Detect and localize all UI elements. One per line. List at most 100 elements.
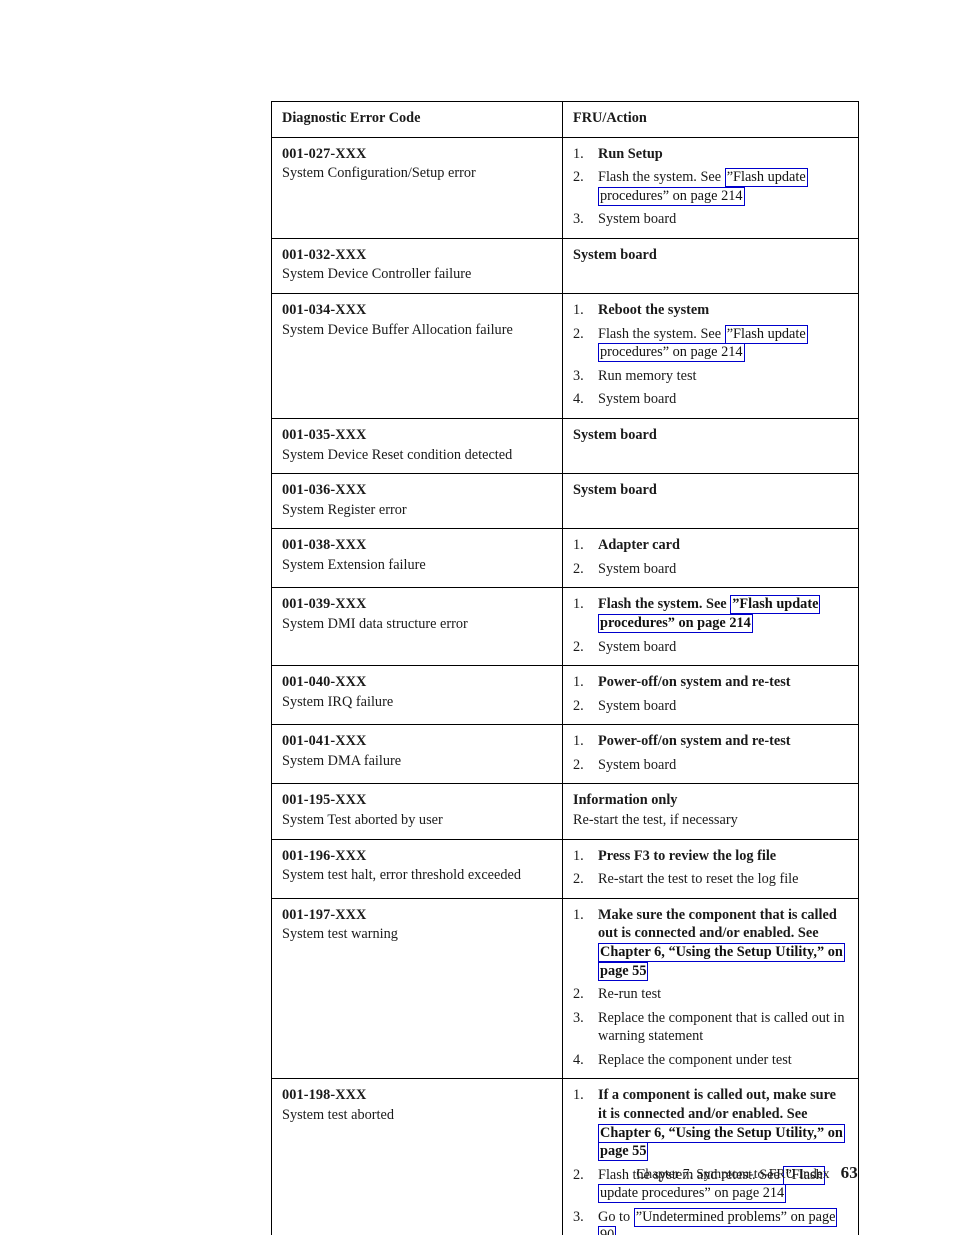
fru-action-cell: System board: [562, 237, 859, 295]
fru-action-cell: Press F3 to review the log file Re-start …: [562, 838, 859, 899]
fru-action-item: Re-start the test to reset the log file: [573, 870, 799, 888]
fru-action-item: Replace the component under test: [573, 1051, 792, 1069]
error-code-id: 001-196-XXX: [282, 847, 367, 864]
fru-action-item: Replace the component that is called out…: [573, 1009, 845, 1045]
fru-action-item: Make sure the component that is called o…: [573, 906, 845, 981]
error-code-cell: 001-038-XXX System Extension failure: [271, 528, 563, 589]
fru-action-list: Reboot the system Flash the system. See ”…: [573, 301, 848, 409]
fru-action-list: Flash the system. See ”Flash update proc…: [573, 595, 848, 656]
table-header: Diagnostic Error Code FRU/Action: [271, 101, 859, 138]
fru-action-cell: Adapter card System board: [562, 528, 859, 589]
error-code-id: 001-041-XXX: [282, 733, 367, 750]
fru-action-item: System board: [573, 210, 677, 228]
error-code-cell: 001-035-XXX System Device Reset condition…: [271, 417, 563, 475]
fru-action-item: Flash the system. See ”Flash update proc…: [573, 168, 808, 206]
fru-action-item: If a component is called out, make sure …: [573, 1086, 845, 1162]
fru-action-list: Power-off/on system and re-test System bo…: [573, 673, 848, 715]
error-code-description: System Register error: [282, 501, 407, 518]
error-code-cell: 001-032-XXX System Device Controller fail…: [271, 237, 563, 295]
error-code-cell: 001-039-XXX System DMI data structure err…: [271, 587, 563, 667]
fru-action-cell: Power-off/on system and re-test System bo…: [562, 665, 859, 726]
footer-page-number: 63: [840, 1163, 858, 1182]
fru-action-item: System board: [573, 560, 677, 578]
error-code-description: System Extension failure: [282, 556, 426, 573]
error-code-id: 001-027-XXX: [282, 145, 367, 162]
table-row: 001-195-XXX System Test aborted by user In…: [271, 783, 859, 840]
error-code-cell: 001-197-XXX System test warning: [271, 897, 563, 1080]
fru-action-item: Re-run test: [573, 985, 662, 1003]
error-code-id: 001-195-XXX: [282, 792, 367, 809]
error-code-id: 001-038-XXX: [282, 537, 367, 554]
error-code-cell: 001-041-XXX System DMA failure: [271, 724, 563, 785]
cross-reference-link[interactable]: Chapter 6, “Using the Setup Utility,” on…: [598, 1123, 845, 1162]
fru-action-item: System board: [573, 638, 677, 656]
footer-chapter-label: Chapter 7. Symptom-to-FRU Index: [636, 1166, 830, 1181]
fru-action-list: If a component is called out, make sure …: [573, 1086, 848, 1235]
error-code-id: 001-036-XXX: [282, 482, 367, 499]
fru-action-list: Adapter card System board: [573, 536, 848, 578]
cross-reference-link[interactable]: Chapter 6, “Using the Setup Utility,” on…: [598, 942, 845, 981]
error-code-description: System Device Controller failure: [282, 266, 472, 283]
cross-reference-link[interactable]: ”Undetermined problems” on page 90: [598, 1207, 838, 1235]
error-code-id: 001-197-XXX: [282, 906, 367, 923]
error-code-cell: 001-036-XXX System Register error: [271, 473, 563, 530]
cross-reference-link[interactable]: ”Flash update procedures” on page 214: [598, 168, 808, 206]
fru-action-primary: Information only: [573, 792, 678, 809]
error-code-description: System DMI data structure error: [282, 615, 468, 632]
error-code-id: 001-040-XXX: [282, 674, 367, 691]
table-row: 001-027-XXX System Configuration/Setup er…: [271, 136, 859, 239]
fru-action-item: Adapter card: [573, 536, 680, 554]
fru-action-item: System board: [573, 756, 677, 774]
fru-action-item: System board: [573, 390, 677, 408]
error-code-description: System Configuration/Setup error: [282, 165, 476, 182]
table-row: 001-196-XXX System test halt, error thres…: [271, 838, 859, 899]
table-row: 001-036-XXX System Register error System b…: [271, 473, 859, 530]
fru-action-item: Run memory test: [573, 367, 697, 385]
table-header-row: Diagnostic Error Code FRU/Action: [271, 101, 859, 138]
fru-action-cell: System board: [562, 417, 859, 475]
fru-action-item: Power-off/on system and re-test: [573, 732, 791, 750]
fru-action-item: Flash the system. See ”Flash update proc…: [573, 324, 808, 363]
fru-action-list: Run Setup Flash the system. See ”Flash up…: [573, 145, 848, 229]
document-page: Diagnostic Error Code FRU/Action 001-027…: [0, 0, 954, 1235]
fru-action-cell: Run Setup Flash the system. See ”Flash up…: [562, 136, 859, 239]
fru-action-item: Go to ”Undetermined problems” on page 90: [573, 1207, 848, 1235]
fru-action-primary: System board: [573, 426, 657, 443]
error-code-id: 001-032-XXX: [282, 246, 367, 263]
error-code-cell: 001-195-XXX System Test aborted by user: [271, 783, 563, 840]
error-code-description: System DMA failure: [282, 752, 402, 769]
table-row: 001-198-XXX System test aborted If a compo…: [271, 1078, 859, 1235]
error-code-description: System Device Reset condition detected: [282, 446, 513, 463]
fru-action-cell: Make sure the component that is called o…: [562, 897, 859, 1080]
error-code-id: 001-039-XXX: [282, 596, 367, 613]
error-code-id: 001-198-XXX: [282, 1087, 367, 1104]
error-code-id: 001-035-XXX: [282, 426, 367, 443]
table-row: 001-039-XXX System DMI data structure err…: [271, 587, 859, 667]
fru-action-secondary: Re-start the test, if necessary: [573, 812, 738, 829]
fru-action-primary: System board: [573, 246, 657, 263]
table-body: 001-027-XXX System Configuration/Setup er…: [271, 136, 859, 1235]
fru-action-list: Press F3 to review the log file Re-start …: [573, 847, 848, 889]
table-row: 001-040-XXX System IRQ failure Power-off/o…: [271, 665, 859, 726]
error-code-description: System test halt, error threshold exceed…: [282, 867, 521, 884]
table-row: 001-032-XXX System Device Controller fail…: [271, 237, 859, 295]
fru-action-cell: Information only Re-start the test, if ne…: [562, 783, 859, 840]
cross-reference-link[interactable]: ”Flash update procedures” on page 214: [598, 595, 821, 633]
column-header-diagnostic-error-code: Diagnostic Error Code: [271, 101, 563, 138]
error-code-description: System IRQ failure: [282, 693, 394, 710]
error-code-cell: 001-034-XXX System Device Buffer Allocati…: [271, 293, 563, 419]
fru-action-cell: Power-off/on system and re-test System bo…: [562, 724, 859, 785]
fru-action-cell: If a component is called out, make sure …: [562, 1078, 859, 1235]
table-row: 001-041-XXX System DMA failure Power-off/o…: [271, 724, 859, 785]
fru-action-item: Press F3 to review the log file: [573, 847, 777, 865]
error-code-description: System Test aborted by user: [282, 812, 443, 829]
error-code-cell: 001-040-XXX System IRQ failure: [271, 665, 563, 726]
table-row: 001-038-XXX System Extension failure Adapt…: [271, 528, 859, 589]
error-code-cell: 001-027-XXX System Configuration/Setup er…: [271, 136, 563, 239]
table-row: 001-035-XXX System Device Reset condition…: [271, 417, 859, 475]
fru-action-item: Power-off/on system and re-test: [573, 673, 791, 691]
error-code-cell: 001-196-XXX System test halt, error thres…: [271, 838, 563, 899]
cross-reference-link[interactable]: ”Flash update procedures” on page 214: [598, 324, 808, 363]
fru-action-cell: Flash the system. See ”Flash update proc…: [562, 587, 859, 667]
table-row: 001-197-XXX System test warning Make sure …: [271, 897, 859, 1080]
